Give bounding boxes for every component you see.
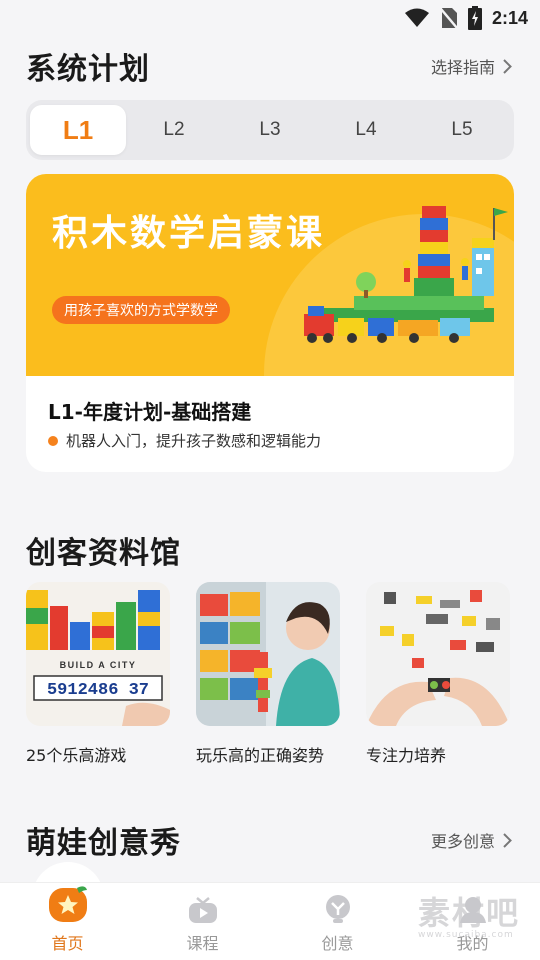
- resource-card-focus-training[interactable]: 专注力培养: [366, 582, 510, 766]
- resource-thumbnail: [196, 582, 340, 726]
- star-home-icon: [48, 886, 87, 922]
- chevron-right-icon: [503, 832, 512, 848]
- child-with-lego-photo: [196, 582, 340, 726]
- course-description: 机器人入门，提升孩子数感和逻辑能力: [48, 430, 321, 451]
- watermark-sub: www.sucaiba.com: [417, 930, 514, 940]
- watermark-logo: 素材吧 www.sucaiba.com: [418, 888, 520, 940]
- no-sim-icon: [440, 8, 458, 29]
- resource-caption: 25个乐高游戏: [26, 746, 127, 765]
- level-tab-l1[interactable]: L1: [30, 105, 126, 155]
- resource-card-lego-games[interactable]: BUILD A CITY 5912486 37 25个乐高游戏: [26, 582, 170, 766]
- show-section-title: 萌娃创意秀: [26, 826, 181, 861]
- course-name: L1-年度计划-基础搭建: [48, 400, 252, 424]
- svg-text:5912486 37: 5912486 37: [47, 681, 149, 700]
- plan-section-title: 系统计划: [26, 52, 150, 87]
- tv-icon: [188, 897, 217, 923]
- resource-thumbnail: [366, 582, 510, 726]
- status-bar: 2:14: [0, 0, 540, 36]
- resource-caption: 玩乐高的正确姿势: [196, 746, 325, 765]
- banner-title: 积木数学启蒙课: [52, 213, 326, 254]
- level-tab-l2[interactable]: L2: [126, 105, 222, 155]
- nav-courses[interactable]: 课程: [135, 883, 270, 960]
- lego-city-photo: BUILD A CITY 5912486 37: [26, 582, 170, 726]
- level-tabs: L1 L2 L3 L4 L5: [26, 100, 514, 160]
- course-description-text: 机器人入门，提升孩子数感和逻辑能力: [66, 432, 322, 450]
- maker-section-title: 创客资料馆: [26, 536, 181, 571]
- lego-city-illustration: [304, 206, 508, 343]
- resource-card-lego-posture[interactable]: 玩乐高的正确姿势: [196, 582, 340, 766]
- show-section-header: 萌娃创意秀 更多创意: [26, 818, 512, 862]
- watermark-text: 素材吧: [417, 894, 520, 932]
- select-guide-link[interactable]: 选择指南: [431, 54, 512, 78]
- chevron-right-icon: [503, 58, 512, 74]
- idea-icon: [325, 895, 350, 923]
- more-ideas-label: 更多创意: [430, 832, 495, 851]
- clock: 2:14: [491, 7, 528, 28]
- banner-tag: 用孩子喜欢的方式学数学: [52, 296, 230, 324]
- nav-home-label: 首页: [51, 934, 84, 953]
- course-banner: 积木数学启蒙课 用孩子喜欢的方式学数学: [26, 174, 514, 376]
- maker-resource-list: BUILD A CITY 5912486 37 25个乐高游戏 玩乐高的正确姿势…: [26, 582, 510, 766]
- nav-ideas-label: 创意: [321, 934, 354, 953]
- select-guide-label: 选择指南: [430, 58, 495, 77]
- plan-section-header: 系统计划 选择指南: [26, 44, 512, 88]
- course-card[interactable]: 积木数学启蒙课 用孩子喜欢的方式学数学 L1-年度计划-基础搭建 机器人入门，提…: [26, 174, 514, 472]
- level-tab-l3[interactable]: L3: [222, 105, 318, 155]
- maker-section-header: 创客资料馆: [26, 528, 512, 572]
- resource-thumbnail: BUILD A CITY 5912486 37: [26, 582, 170, 726]
- nav-ideas[interactable]: 创意: [270, 883, 405, 960]
- bullet-dot-icon: [48, 435, 58, 446]
- level-tab-l4[interactable]: L4: [318, 105, 414, 155]
- battery-charging-icon: [467, 6, 482, 30]
- nav-home[interactable]: 首页: [0, 883, 135, 960]
- hands-with-bricks-photo: [366, 582, 510, 726]
- nav-courses-label: 课程: [186, 934, 219, 953]
- resource-caption: 专注力培养: [366, 746, 447, 765]
- level-tab-l5[interactable]: L5: [414, 105, 510, 155]
- wifi-icon: [404, 8, 429, 27]
- more-ideas-link[interactable]: 更多创意: [431, 828, 512, 852]
- svg-text:BUILD A CITY: BUILD A CITY: [60, 660, 137, 670]
